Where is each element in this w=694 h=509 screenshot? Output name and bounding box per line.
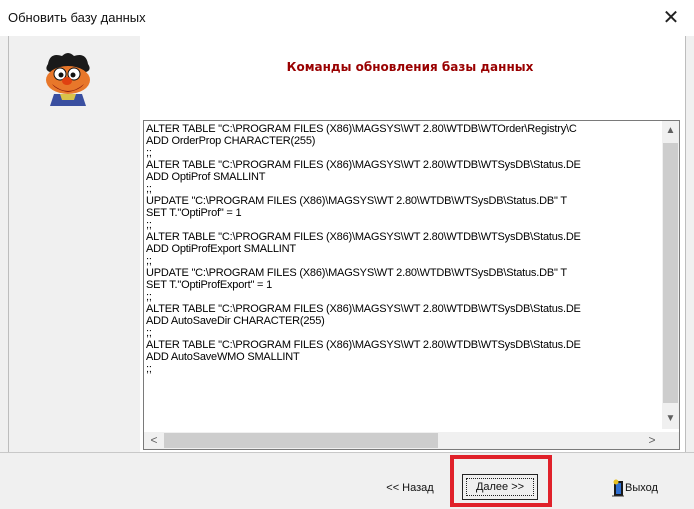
highlight-box (450, 455, 552, 507)
page-title: Команды обновления базы данных (286, 60, 534, 74)
horizontal-scrollbar[interactable]: < > (144, 432, 662, 449)
vertical-scrollbar[interactable]: ▲ ▼ (662, 121, 679, 429)
exit-door-icon (612, 479, 624, 497)
back-button[interactable]: << Назад (372, 475, 448, 501)
exit-button-label: Выход (625, 482, 658, 494)
horizontal-scroll-thumb[interactable] (164, 433, 438, 448)
button-bar: << Назад Далее >> Выход (0, 452, 694, 509)
sql-commands-textarea[interactable]: ALTER TABLE "C:\PROGRAM FILES (X86)\MAGS… (143, 120, 680, 450)
close-icon[interactable]: ✕ (654, 4, 688, 32)
wizard-mascot-icon (46, 53, 90, 106)
sql-commands-text: ALTER TABLE "C:\PROGRAM FILES (X86)\MAGS… (146, 123, 581, 375)
window-title: Обновить базу данных (8, 10, 146, 25)
scrollbar-corner (662, 432, 679, 449)
scroll-down-icon[interactable]: ▼ (662, 409, 679, 429)
scroll-right-icon[interactable]: > (642, 432, 662, 449)
title-bar: Обновить базу данных ✕ (0, 0, 694, 37)
left-border (8, 36, 9, 508)
scroll-left-icon[interactable]: < (144, 432, 164, 449)
right-border (685, 36, 686, 508)
dialog-body: Команды обновления базы данных ALTER TAB… (0, 36, 694, 509)
vertical-scroll-thumb[interactable] (663, 143, 678, 403)
scroll-up-icon[interactable]: ▲ (662, 121, 679, 141)
exit-button[interactable]: Выход (600, 475, 676, 501)
